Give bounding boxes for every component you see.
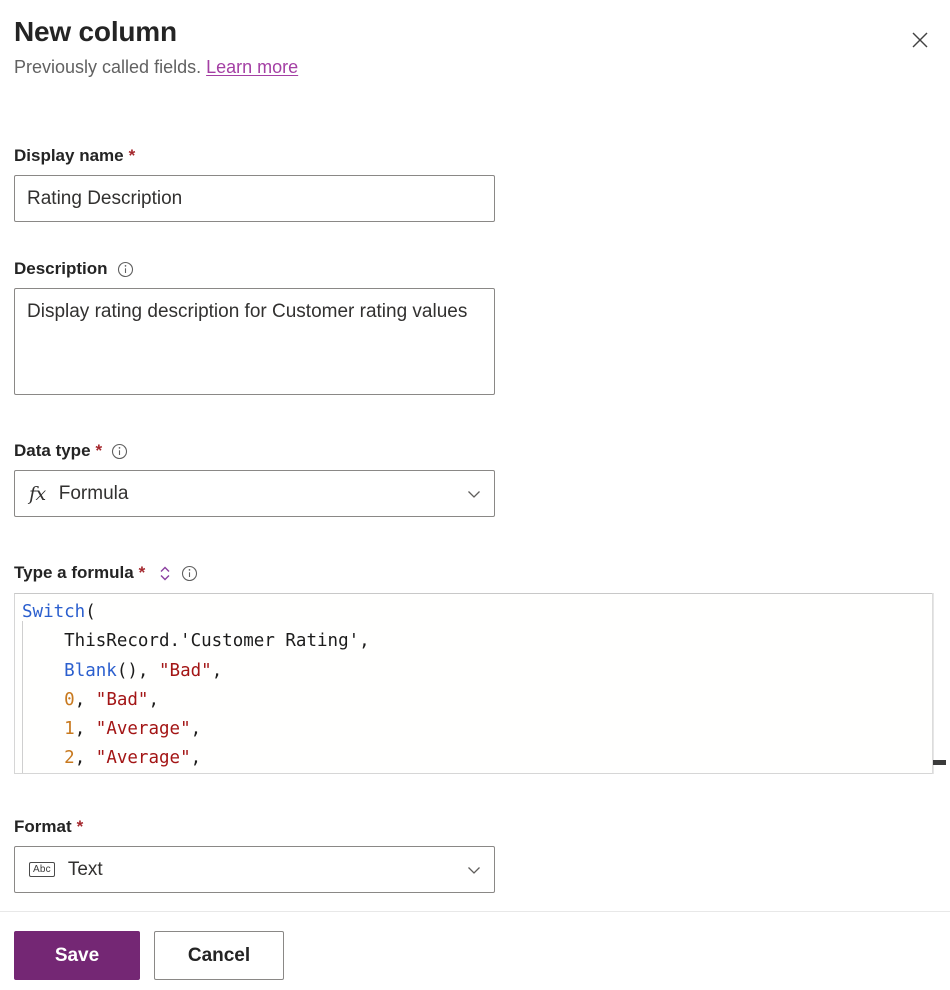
formula-code-content[interactable]: Switch( ThisRecord.'Customer Rating', Bl…: [15, 594, 945, 773]
required-asterisk: *: [128, 146, 136, 165]
format-value-text: Text: [67, 858, 103, 880]
formula-token: "Average": [95, 748, 191, 769]
formula-token: ,: [190, 748, 202, 769]
formula-token: "Bad": [159, 660, 212, 681]
chevron-down-icon: [464, 484, 484, 504]
learn-more-link[interactable]: Learn more: [206, 57, 298, 77]
expand-collapse-icon[interactable]: [157, 565, 172, 582]
formula-label-text: Type a formula: [14, 563, 134, 582]
footer-divider: [0, 911, 950, 912]
formula-token: 2: [64, 748, 75, 769]
required-asterisk: *: [138, 563, 146, 582]
abc-icon: Abc: [29, 862, 55, 877]
chevron-down-icon: [464, 860, 484, 880]
format-dropdown[interactable]: Abc Text: [14, 846, 495, 893]
data-type-value-text: Formula: [58, 482, 129, 504]
panel-subtitle: Previously called fields. Learn more: [14, 55, 934, 79]
data-type-label: Data type *: [14, 440, 495, 462]
panel-footer: Save Cancel: [14, 931, 284, 980]
close-button[interactable]: [902, 22, 938, 58]
required-asterisk: *: [76, 817, 84, 836]
info-icon[interactable]: [181, 565, 198, 582]
save-button[interactable]: Save: [14, 931, 140, 980]
data-type-selected-value: fx Formula: [29, 483, 464, 505]
format-label: Format *: [14, 816, 495, 838]
data-type-dropdown[interactable]: fx Formula: [14, 470, 495, 517]
data-type-label-text: Data type: [14, 441, 91, 460]
formula-token: Switch: [22, 602, 86, 622]
editor-resize-handle[interactable]: [933, 760, 946, 765]
info-icon[interactable]: [111, 443, 128, 460]
formula-token: "Average": [95, 719, 191, 740]
new-column-panel: New column Previously called fields. Lea…: [0, 0, 950, 990]
formula-token: ,: [148, 689, 160, 710]
formula-token: ,: [190, 719, 202, 740]
formula-token: (: [85, 602, 96, 622]
display-name-input[interactable]: [14, 175, 495, 222]
display-name-label-text: Display name: [14, 146, 124, 165]
fx-icon: fx: [29, 482, 46, 505]
format-field-group: Format * Abc Text: [14, 816, 495, 893]
formula-token: ,: [74, 748, 96, 769]
formula-token: [22, 719, 64, 739]
panel-header: New column Previously called fields. Lea…: [14, 14, 934, 79]
description-textarea[interactable]: Display rating description for Customer …: [14, 288, 495, 395]
formula-editor[interactable]: Switch( ThisRecord.'Customer Rating', Bl…: [14, 593, 946, 774]
display-name-field-group: Display name *: [14, 145, 495, 222]
format-label-text: Format: [14, 817, 72, 836]
format-selected-value: Abc Text: [29, 859, 464, 881]
formula-token: Blank: [64, 660, 117, 681]
close-icon: [910, 30, 930, 50]
formula-token: "Bad": [95, 689, 149, 710]
formula-token: 0: [64, 689, 75, 710]
description-label: Description: [14, 258, 495, 280]
formula-token: ThisRecord.'Customer Rating',: [22, 631, 370, 652]
page-title: New column: [14, 16, 177, 47]
formula-token: 1: [64, 719, 75, 740]
indent-guide-line: [22, 621, 23, 773]
info-icon[interactable]: [117, 261, 134, 278]
formula-token: (),: [116, 660, 159, 681]
formula-token: ,: [74, 689, 96, 710]
formula-token: ,: [211, 660, 223, 681]
cancel-button[interactable]: Cancel: [154, 931, 284, 980]
required-asterisk: *: [95, 441, 103, 460]
description-label-text: Description: [14, 259, 108, 278]
formula-token: [22, 748, 64, 768]
formula-label: Type a formula *: [14, 562, 198, 584]
subtitle-text: Previously called fields.: [14, 57, 202, 77]
formula-token: [22, 661, 64, 681]
editor-scrollbar[interactable]: [933, 593, 946, 774]
display-name-label: Display name *: [14, 145, 495, 167]
formula-token: [22, 690, 64, 710]
formula-field-group: Type a formula *: [14, 562, 198, 584]
description-field-group: Description Display rating description f…: [14, 258, 495, 400]
data-type-field-group: Data type * fx Formula: [14, 440, 495, 517]
formula-token: ,: [74, 719, 96, 740]
